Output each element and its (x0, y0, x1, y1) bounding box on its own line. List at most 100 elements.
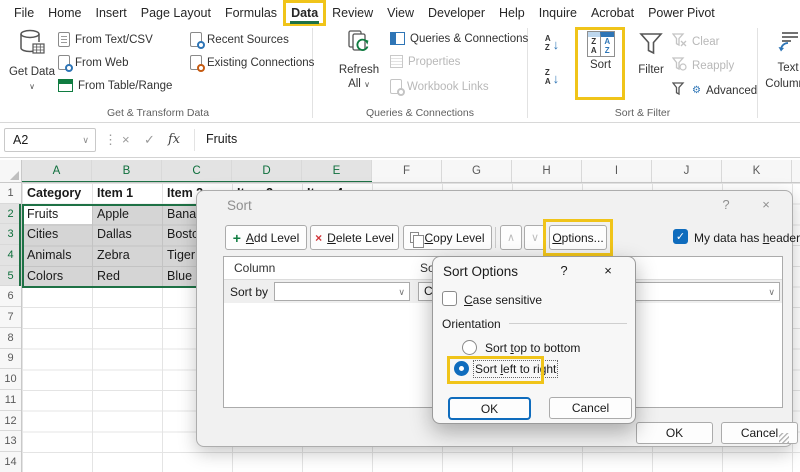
sort-options-title: Sort Options (443, 264, 518, 279)
row-header-7[interactable]: 7 (0, 307, 21, 328)
tab-help[interactable]: Help (493, 2, 531, 24)
tab-developer[interactable]: Developer (422, 2, 491, 24)
tab-review[interactable]: Review (326, 2, 379, 24)
column-header-L[interactable]: L (792, 160, 800, 182)
sort-by-column-dropdown[interactable]: ∨ (274, 282, 410, 301)
row-header-14[interactable]: 14 (0, 452, 21, 472)
column-header-E[interactable]: E (302, 160, 372, 182)
sort-options-dialog: Sort Options ? × ✓ Case sensitive Orient… (432, 256, 636, 424)
delete-level-button[interactable]: × Delete Level (310, 225, 399, 250)
reapply-filter-icon (672, 57, 687, 74)
insert-function-icon[interactable]: fx (168, 132, 180, 147)
filter-button[interactable]: Filter (630, 31, 672, 78)
refresh-all-button[interactable]: Refresh All ∨ (333, 29, 385, 91)
chevron-down-icon: ∨ (29, 82, 35, 91)
cell-B4[interactable]: Zebra (92, 245, 162, 266)
resize-grip[interactable] (779, 433, 789, 443)
cell-A2[interactable]: Fruits (22, 204, 92, 225)
close-icon[interactable]: × (758, 197, 774, 212)
tab-insert[interactable]: Insert (90, 2, 133, 24)
advanced-filter-button[interactable]: ⚙ Advanced (672, 82, 757, 99)
select-all-corner[interactable] (0, 160, 22, 183)
confirm-entry-icon[interactable]: ✓ (144, 132, 155, 148)
column-header-G[interactable]: G (442, 160, 512, 182)
column-header-B[interactable]: B (92, 160, 162, 182)
row-header-6[interactable]: 6 (0, 287, 21, 308)
column-header-I[interactable]: I (582, 160, 652, 182)
row-header-11[interactable]: 11 (0, 390, 21, 411)
row-header-1[interactable]: 1 (0, 183, 21, 204)
cell-A5[interactable]: Colors (22, 266, 92, 287)
help-icon[interactable]: ? (556, 263, 572, 278)
get-data-button[interactable]: Get Data ∨ (8, 29, 56, 93)
formula-bar: A2 ∨ ⋮ × ✓ fx Fruits (0, 123, 800, 158)
my-data-has-headers-label: My data has headers (694, 231, 800, 245)
clear-filter-button[interactable]: Clear (672, 33, 719, 50)
properties-button[interactable]: Properties (390, 55, 460, 68)
row-header-8[interactable]: 8 (0, 328, 21, 349)
name-box[interactable]: A2 ∨ (4, 128, 96, 152)
reapply-filter-button[interactable]: Reapply (672, 57, 734, 74)
tab-acrobat[interactable]: Acrobat (585, 2, 640, 24)
cell-B3[interactable]: Dallas (92, 224, 162, 245)
sort-top-to-bottom-radio[interactable] (462, 340, 477, 355)
tab-data[interactable]: Data (285, 2, 324, 24)
row-header-5[interactable]: 5 (0, 266, 21, 287)
move-level-down-button[interactable]: ∨ (524, 225, 546, 250)
sort-ascending-button[interactable]: AZ ↓ (536, 30, 568, 58)
queries-connections-button[interactable]: Queries & Connections (390, 32, 528, 45)
formula-bar-value[interactable]: Fruits (206, 132, 237, 146)
recent-sources-button[interactable]: Recent Sources (190, 32, 289, 47)
row-header-2[interactable]: 2 (0, 204, 21, 225)
row-header-3[interactable]: 3 (0, 224, 21, 245)
cancel-entry-icon[interactable]: × (122, 132, 130, 147)
cell-A4[interactable]: Animals (22, 245, 92, 266)
tab-formulas[interactable]: Formulas (219, 2, 283, 24)
move-level-up-button[interactable]: ∧ (500, 225, 522, 250)
tab-inquire[interactable]: Inquire (533, 2, 583, 24)
workbook-links-button[interactable]: Workbook Links (390, 79, 489, 94)
column-header-D[interactable]: D (232, 160, 302, 182)
from-text-csv-button[interactable]: From Text/CSV (58, 32, 153, 47)
options-button[interactable]: Options... (549, 225, 607, 250)
row-header-13[interactable]: 13 (0, 431, 21, 452)
add-level-button[interactable]: + Add Level (225, 225, 307, 250)
column-header-A[interactable]: A (22, 160, 92, 182)
row-header-4[interactable]: 4 (0, 245, 21, 266)
row-header-9[interactable]: 9 (0, 349, 21, 370)
sort-options-cancel-button[interactable]: Cancel (549, 397, 632, 419)
more-options-dots-icon[interactable]: ⋮ (104, 132, 117, 148)
sort-options-ok-button[interactable]: OK (448, 397, 531, 420)
column-header-J[interactable]: J (652, 160, 722, 182)
column-header-H[interactable]: H (512, 160, 582, 182)
sort-ok-button[interactable]: OK (636, 422, 713, 444)
copy-level-button[interactable]: Copy Level (403, 225, 492, 250)
from-web-button[interactable]: From Web (58, 55, 128, 70)
sort-left-to-right-radio[interactable] (454, 361, 469, 376)
tab-file[interactable]: File (8, 2, 40, 24)
tab-power-pivot[interactable]: Power Pivot (642, 2, 721, 24)
tab-view[interactable]: View (381, 2, 420, 24)
text-to-columns-button[interactable]: Text Columns (764, 29, 800, 91)
tab-page-layout[interactable]: Page Layout (135, 2, 217, 24)
my-data-has-headers-checkbox[interactable]: ✓ (673, 229, 688, 244)
cell-B5[interactable]: Red (92, 266, 162, 287)
row-header-10[interactable]: 10 (0, 369, 21, 390)
cell-A3[interactable]: Cities (22, 224, 92, 245)
tab-home[interactable]: Home (42, 2, 87, 24)
cell-A1[interactable]: Category (22, 183, 92, 204)
help-icon[interactable]: ? (718, 197, 734, 212)
close-icon[interactable]: × (600, 263, 616, 278)
column-header-C[interactable]: C (162, 160, 232, 182)
column-header-K[interactable]: K (722, 160, 792, 182)
row-header-12[interactable]: 12 (0, 411, 21, 432)
cell-B1[interactable]: Item 1 (92, 183, 162, 204)
case-sensitive-checkbox[interactable]: ✓ (442, 291, 457, 306)
from-table-range-button[interactable]: From Table/Range (58, 79, 172, 92)
refresh-icon (346, 29, 373, 62)
sort-button[interactable]: ZA AZ Sort (578, 31, 623, 73)
cell-B2[interactable]: Apple (92, 204, 162, 225)
existing-connections-button[interactable]: Existing Connections (190, 55, 314, 70)
sort-descending-button[interactable]: ZA ↓ (536, 64, 568, 92)
column-header-F[interactable]: F (372, 160, 442, 182)
